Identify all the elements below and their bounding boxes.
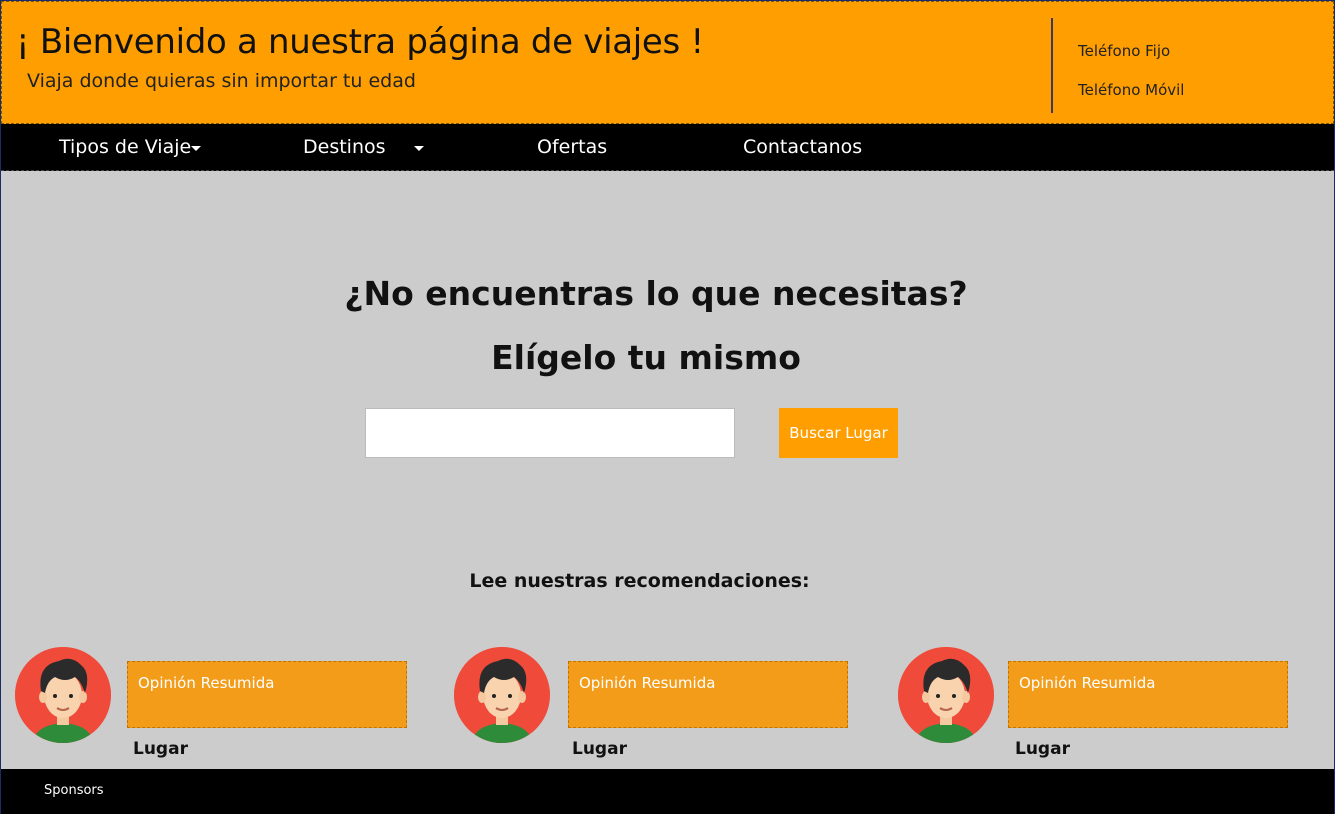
nav-item-tipos-de-viaje[interactable]: Tipos de Viaje [59,136,191,158]
phone-fixed-link[interactable]: Teléfono Fijo [1078,42,1170,60]
opinion-summary-box[interactable]: Opinión Resumida [127,661,407,728]
phone-mobile-link[interactable]: Teléfono Móvil [1078,81,1184,99]
sponsors-link[interactable]: Sponsors [44,783,104,798]
chevron-down-icon[interactable] [191,146,201,151]
search-choose-heading: Elígelo tu mismo [491,338,801,377]
main-navbar: Tipos de Viaje Destinos Ofertas Contacta… [1,124,1334,171]
site-title: ¡ Bienvenido a nuestra página de viajes … [16,22,704,62]
page-frame: ¡ Bienvenido a nuestra página de viajes … [0,0,1335,814]
contact-divider [1051,18,1053,113]
search-button[interactable]: Buscar Lugar [779,408,898,458]
opinion-summary-box[interactable]: Opinión Resumida [1008,661,1288,728]
nav-item-ofertas[interactable]: Ofertas [537,136,607,158]
nav-item-destinos[interactable]: Destinos [303,136,386,158]
nav-item-contactanos[interactable]: Contactanos [743,136,862,158]
chevron-down-icon[interactable] [414,146,424,151]
place-label: Lugar [133,739,188,759]
user-avatar-icon [15,647,111,743]
site-header: ¡ Bienvenido a nuestra página de viajes … [1,1,1334,124]
user-avatar-icon [898,647,994,743]
place-label: Lugar [1015,739,1070,759]
site-subtitle: Viaja donde quieras sin importar tu edad [27,70,416,92]
search-input[interactable] [365,408,735,458]
search-question-heading: ¿No encuentras lo que necesitas? [344,274,968,313]
recommendations-heading: Lee nuestras recomendaciones: [469,570,810,592]
site-footer: Sponsors [1,769,1334,814]
opinion-summary-box[interactable]: Opinión Resumida [568,661,848,728]
user-avatar-icon [454,647,550,743]
place-label: Lugar [572,739,627,759]
